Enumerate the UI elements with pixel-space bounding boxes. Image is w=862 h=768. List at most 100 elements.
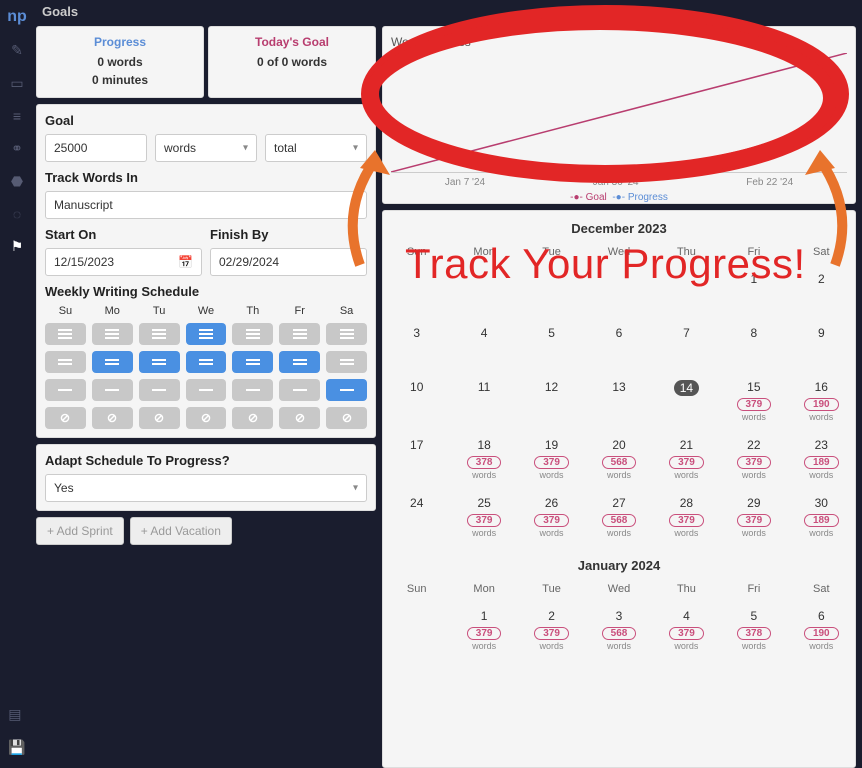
word-goal-unit: words (518, 528, 585, 538)
word-goal-unit: words (518, 641, 585, 651)
schedule-slot[interactable] (92, 407, 133, 429)
word-goal-unit: words (585, 528, 652, 538)
schedule-slot[interactable] (45, 351, 86, 373)
calendar-cell[interactable]: 23189words (788, 432, 855, 490)
calendar-cell[interactable]: 21379words (653, 432, 720, 490)
calendar-cell[interactable]: 26379words (518, 490, 585, 548)
schedule-slot[interactable] (186, 351, 227, 373)
goals-icon[interactable]: ⚑ (11, 238, 24, 255)
calendar-cell[interactable] (585, 266, 652, 320)
start-date-input[interactable]: 12/15/2023 📅 (45, 248, 202, 276)
add-sprint-button[interactable]: + Add Sprint (36, 517, 124, 545)
adapt-select[interactable]: Yes (45, 474, 367, 502)
calendar-cell[interactable]: 4379words (653, 603, 720, 661)
pen-icon[interactable]: ✎ (11, 42, 23, 59)
schedule-slot[interactable] (232, 407, 273, 429)
word-goal-unit: words (720, 470, 787, 480)
finish-date-input[interactable]: 02/29/2024 (210, 248, 367, 276)
schedule-slot[interactable] (186, 407, 227, 429)
calendar-cell[interactable]: 22379words (720, 432, 787, 490)
schedule-slot[interactable] (279, 379, 320, 401)
schedule-slot[interactable] (139, 323, 180, 345)
calendar-cell[interactable]: 3568words (585, 603, 652, 661)
calendar-month-title: December 2023 (383, 211, 855, 242)
map-icon[interactable]: ⬣ (11, 173, 23, 190)
schedule-slot[interactable] (279, 351, 320, 373)
calendar-cell[interactable]: 30189words (788, 490, 855, 548)
calendar-cell[interactable] (518, 266, 585, 320)
schedule-slot[interactable] (186, 379, 227, 401)
calendar-cell[interactable]: 2379words (518, 603, 585, 661)
calendar-cell[interactable]: 6190words (788, 603, 855, 661)
calendar-cell[interactable]: 10 (383, 374, 450, 432)
calendar-cell[interactable]: 13 (585, 374, 652, 432)
schedule-slot[interactable] (186, 323, 227, 345)
calendar-cell[interactable]: 29379words (720, 490, 787, 548)
calendar-cell[interactable] (383, 603, 450, 661)
calendar-cell[interactable]: 1 (720, 266, 787, 320)
calendar-cell[interactable]: 2 (788, 266, 855, 320)
schedule-slot[interactable] (139, 379, 180, 401)
schedule-slot[interactable] (92, 323, 133, 345)
calendar-cell[interactable]: 14 (653, 374, 720, 432)
schedule-slot[interactable] (326, 407, 367, 429)
calendar-cell[interactable]: 25379words (450, 490, 517, 548)
schedule-slot[interactable] (232, 379, 273, 401)
calendar-cell[interactable]: 5378words (720, 603, 787, 661)
add-vacation-button[interactable]: + Add Vacation (130, 517, 232, 545)
save-icon[interactable]: 💾 (8, 739, 25, 756)
schedule-slot[interactable] (279, 407, 320, 429)
schedule-slot[interactable] (139, 407, 180, 429)
calendar-cell[interactable]: 20568words (585, 432, 652, 490)
calendar-cell[interactable]: 3 (383, 320, 450, 374)
calendar-cell[interactable]: 19379words (518, 432, 585, 490)
schedule-slot[interactable] (45, 323, 86, 345)
track-in-select[interactable]: Manuscript (45, 191, 367, 219)
schedule-slot[interactable] (326, 351, 367, 373)
book-icon[interactable]: ▭ (10, 75, 23, 92)
calendar-cell[interactable]: 18378words (450, 432, 517, 490)
word-goal-pill: 189 (804, 456, 839, 469)
schedule-slot[interactable] (279, 323, 320, 345)
calendar-cell[interactable] (653, 266, 720, 320)
goal-scope-select[interactable]: total (265, 134, 367, 162)
calendar-day-head: Mon (450, 579, 517, 603)
schedule-slot[interactable] (232, 323, 273, 345)
schedule-slot[interactable] (45, 407, 86, 429)
schedule-slot[interactable] (139, 351, 180, 373)
people-icon[interactable]: ⚭ (11, 140, 23, 157)
calendar-cell[interactable]: 5 (518, 320, 585, 374)
bulb-icon[interactable]: ◌ (13, 206, 21, 222)
progress-title: Progress (41, 35, 199, 49)
word-goal-unit: words (653, 528, 720, 538)
calendar-cell[interactable]: 15379words (720, 374, 787, 432)
calendar-cell[interactable]: 9 (788, 320, 855, 374)
calendar-cell[interactable]: 16190words (788, 374, 855, 432)
schedule-slot[interactable] (326, 379, 367, 401)
note-icon[interactable]: ▤ (8, 706, 25, 723)
calendar-cell[interactable]: 6 (585, 320, 652, 374)
calendar-cell[interactable]: 1379words (450, 603, 517, 661)
word-goal-pill: 379 (737, 456, 772, 469)
calendar-cell[interactable]: 28379words (653, 490, 720, 548)
schedule-slot[interactable] (326, 323, 367, 345)
goal-amount-input[interactable]: 25000 (45, 134, 147, 162)
calendar-cell[interactable]: 24 (383, 490, 450, 548)
schedule-slot[interactable] (45, 379, 86, 401)
layers-icon[interactable]: ≡ (13, 108, 21, 124)
calendar-cell[interactable]: 11 (450, 374, 517, 432)
calendar-cell[interactable]: 17 (383, 432, 450, 490)
schedule-slot[interactable] (92, 351, 133, 373)
schedule-slot[interactable] (232, 351, 273, 373)
calendar-cell[interactable] (383, 266, 450, 320)
calendar-cell[interactable]: 12 (518, 374, 585, 432)
chart-title: Word Progress (391, 35, 847, 49)
calendar-cell[interactable]: 27568words (585, 490, 652, 548)
calendar-day-head: Sat (788, 579, 855, 603)
calendar-cell[interactable]: 8 (720, 320, 787, 374)
goal-unit-select[interactable]: words (155, 134, 257, 162)
calendar-cell[interactable]: 7 (653, 320, 720, 374)
schedule-slot[interactable] (92, 379, 133, 401)
calendar-cell[interactable]: 4 (450, 320, 517, 374)
calendar-cell[interactable] (450, 266, 517, 320)
